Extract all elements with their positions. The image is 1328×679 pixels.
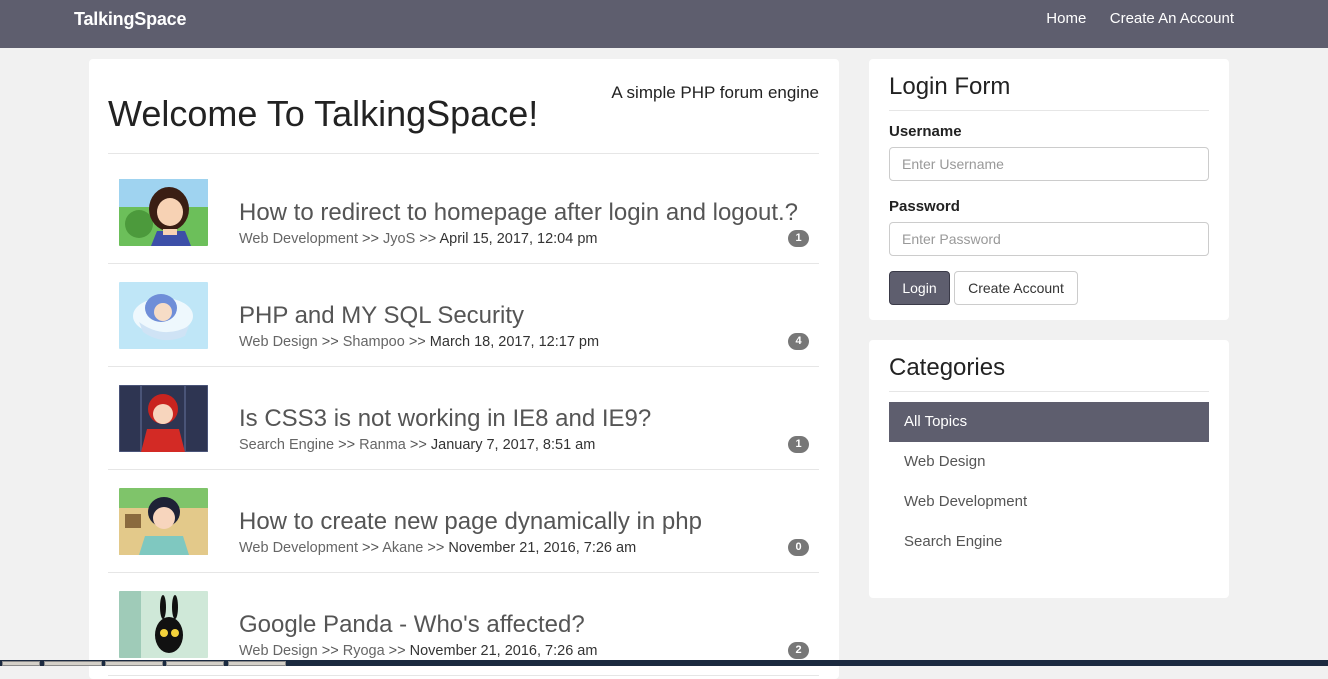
topic-meta: Web Design >> Ryoga >> November 21, 2016… — [239, 643, 598, 659]
avatar — [119, 179, 208, 246]
taskbar-start-button[interactable] — [2, 661, 40, 666]
topic-author[interactable]: Shampoo — [343, 334, 405, 350]
topic-author[interactable]: Ryoga — [343, 643, 385, 659]
topic-author[interactable]: Akane — [382, 540, 423, 556]
topic-date: November 21, 2016, 7:26 am — [448, 540, 637, 556]
topic-row: PHP and MY SQL Security Web Design >> Sh… — [108, 264, 819, 367]
avatar — [119, 488, 208, 555]
topic-meta: Web Development >> Akane >> November 21,… — [239, 540, 637, 556]
page-title: Welcome To TalkingSpace! — [108, 93, 539, 134]
topic-category[interactable]: Web Design — [239, 643, 318, 659]
topic-title[interactable]: Is CSS3 is not working in IE8 and IE9? — [239, 405, 651, 433]
category-item-all-topics[interactable]: All Topics — [889, 402, 1209, 442]
topic-author[interactable]: Ranma — [359, 437, 406, 453]
topic-title[interactable]: How to create new page dynamically in ph… — [239, 508, 702, 536]
topic-meta: Search Engine >> Ranma >> January 7, 201… — [239, 437, 596, 453]
avatar — [119, 591, 208, 658]
reply-count-badge: 0 — [788, 539, 809, 556]
topic-meta: Web Development >> JyoS >> April 15, 201… — [239, 231, 598, 247]
topic-row: How to redirect to homepage after login … — [108, 161, 819, 264]
topic-row: Is CSS3 is not working in IE8 and IE9? S… — [108, 367, 819, 470]
reply-count-badge: 1 — [788, 436, 809, 453]
nav-home-link[interactable]: Home — [1046, 10, 1086, 27]
password-label: Password — [889, 198, 960, 215]
avatar — [119, 282, 208, 349]
header-divider — [108, 153, 819, 154]
topic-category[interactable]: Search Engine — [239, 437, 334, 453]
topic-date: November 21, 2016, 7:26 am — [409, 643, 598, 659]
taskbar-button[interactable] — [166, 661, 224, 666]
topic-author[interactable]: JyoS — [383, 231, 415, 247]
panel-divider — [889, 391, 1209, 392]
top-navbar: TalkingSpace Home Create An Account — [0, 0, 1328, 48]
taskbar-button[interactable] — [44, 661, 102, 666]
topics-panel: A simple PHP forum engine Welcome To Tal… — [89, 59, 839, 679]
brand-logo[interactable]: TalkingSpace — [74, 9, 187, 30]
create-account-button[interactable]: Create Account — [954, 271, 1078, 305]
nav-links: Home Create An Account — [1027, 10, 1234, 28]
topic-date: January 7, 2017, 8:51 am — [430, 437, 596, 453]
categories-panel: Categories All Topics Web Design Web Dev… — [869, 340, 1229, 598]
avatar — [119, 385, 208, 452]
topic-title[interactable]: Google Panda - Who's affected? — [239, 611, 585, 639]
site-tagline: A simple PHP forum engine — [611, 83, 819, 102]
topic-row: How to create new page dynamically in ph… — [108, 470, 819, 573]
username-label: Username — [889, 123, 962, 140]
topic-category[interactable]: Web Development — [239, 231, 358, 247]
login-form-title: Login Form — [889, 73, 1011, 100]
taskbar-button[interactable] — [228, 661, 286, 666]
topic-date: March 18, 2017, 12:17 pm — [429, 334, 600, 350]
password-input[interactable] — [889, 222, 1209, 256]
nav-create-account-link[interactable]: Create An Account — [1110, 10, 1234, 27]
topic-meta: Web Design >> Shampoo >> March 18, 2017,… — [239, 334, 600, 350]
categories-title: Categories — [889, 354, 1006, 381]
login-button[interactable]: Login — [889, 271, 950, 305]
category-list: All Topics Web Design Web Development Se… — [889, 402, 1209, 562]
taskbar-button[interactable] — [105, 661, 163, 666]
reply-count-badge: 4 — [788, 333, 809, 350]
topic-category[interactable]: Web Development — [239, 540, 358, 556]
topic-date: April 15, 2017, 12:04 pm — [439, 231, 598, 247]
os-taskbar — [0, 660, 1328, 666]
login-panel: Login Form Username Password Login Creat… — [869, 59, 1229, 320]
username-input[interactable] — [889, 147, 1209, 181]
topic-title[interactable]: How to redirect to homepage after login … — [239, 199, 798, 227]
category-item-web-design[interactable]: Web Design — [889, 442, 1209, 482]
topic-category[interactable]: Web Design — [239, 334, 318, 350]
reply-count-badge: 1 — [788, 230, 809, 247]
panel-divider — [889, 110, 1209, 111]
category-item-search-engine[interactable]: Search Engine — [889, 522, 1209, 562]
category-item-web-development[interactable]: Web Development — [889, 482, 1209, 522]
reply-count-badge: 2 — [788, 642, 809, 659]
topic-title[interactable]: PHP and MY SQL Security — [239, 302, 524, 330]
